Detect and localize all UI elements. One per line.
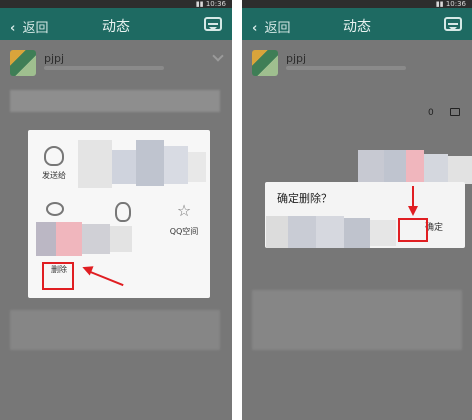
share-send-to-item[interactable]: 发送给 (34, 146, 74, 181)
pixelated-region (36, 222, 132, 258)
share-weibo-item[interactable] (40, 202, 70, 220)
post-counter: 0 (428, 108, 434, 118)
post-username: pjpj (44, 52, 65, 65)
message-icon[interactable] (444, 17, 462, 31)
post-meta (44, 66, 164, 70)
confirm-highlight-box (398, 218, 428, 242)
chevron-down-icon[interactable] (212, 50, 224, 62)
page-title: 动态 (343, 19, 371, 35)
status-bar: ▮▮ 10:36 (0, 0, 232, 8)
blurred-content (10, 310, 220, 350)
page-title: 动态 (102, 19, 130, 35)
comment-icon[interactable] (450, 108, 460, 116)
panel-divider (232, 0, 242, 420)
pointer-arrow (412, 186, 414, 208)
share-item-label: 发送给 (42, 171, 66, 180)
weibo-icon (46, 202, 64, 216)
message-icon[interactable] (204, 17, 222, 31)
post-username: pjpj (286, 52, 307, 65)
delete-highlight-box (42, 262, 74, 290)
header-bar: ‹ 返回 动态 (0, 8, 232, 40)
header-bar: ‹ 返回 动态 (242, 8, 472, 40)
blurred-content (10, 90, 220, 112)
blurred-content (252, 290, 462, 350)
avatar[interactable] (10, 50, 36, 76)
right-screen: ▮▮ 10:36 ‹ 返回 动态 pjpj 0 确定删除？ 确定 (242, 0, 472, 420)
pixelated-region (266, 216, 396, 248)
pixelated-region (78, 140, 206, 228)
arrow-down-icon (408, 206, 418, 216)
left-screen: ▮▮ 10:36 ‹ 返回 动态 pjpj 发送给 ☆ QQ空间 删除 (0, 0, 232, 420)
contact-icon (44, 146, 64, 166)
pixelated-region (358, 150, 472, 184)
status-bar: ▮▮ 10:36 (242, 0, 472, 8)
post-meta (286, 66, 406, 70)
avatar[interactable] (252, 50, 278, 76)
dialog-title: 确定删除？ (277, 192, 332, 205)
